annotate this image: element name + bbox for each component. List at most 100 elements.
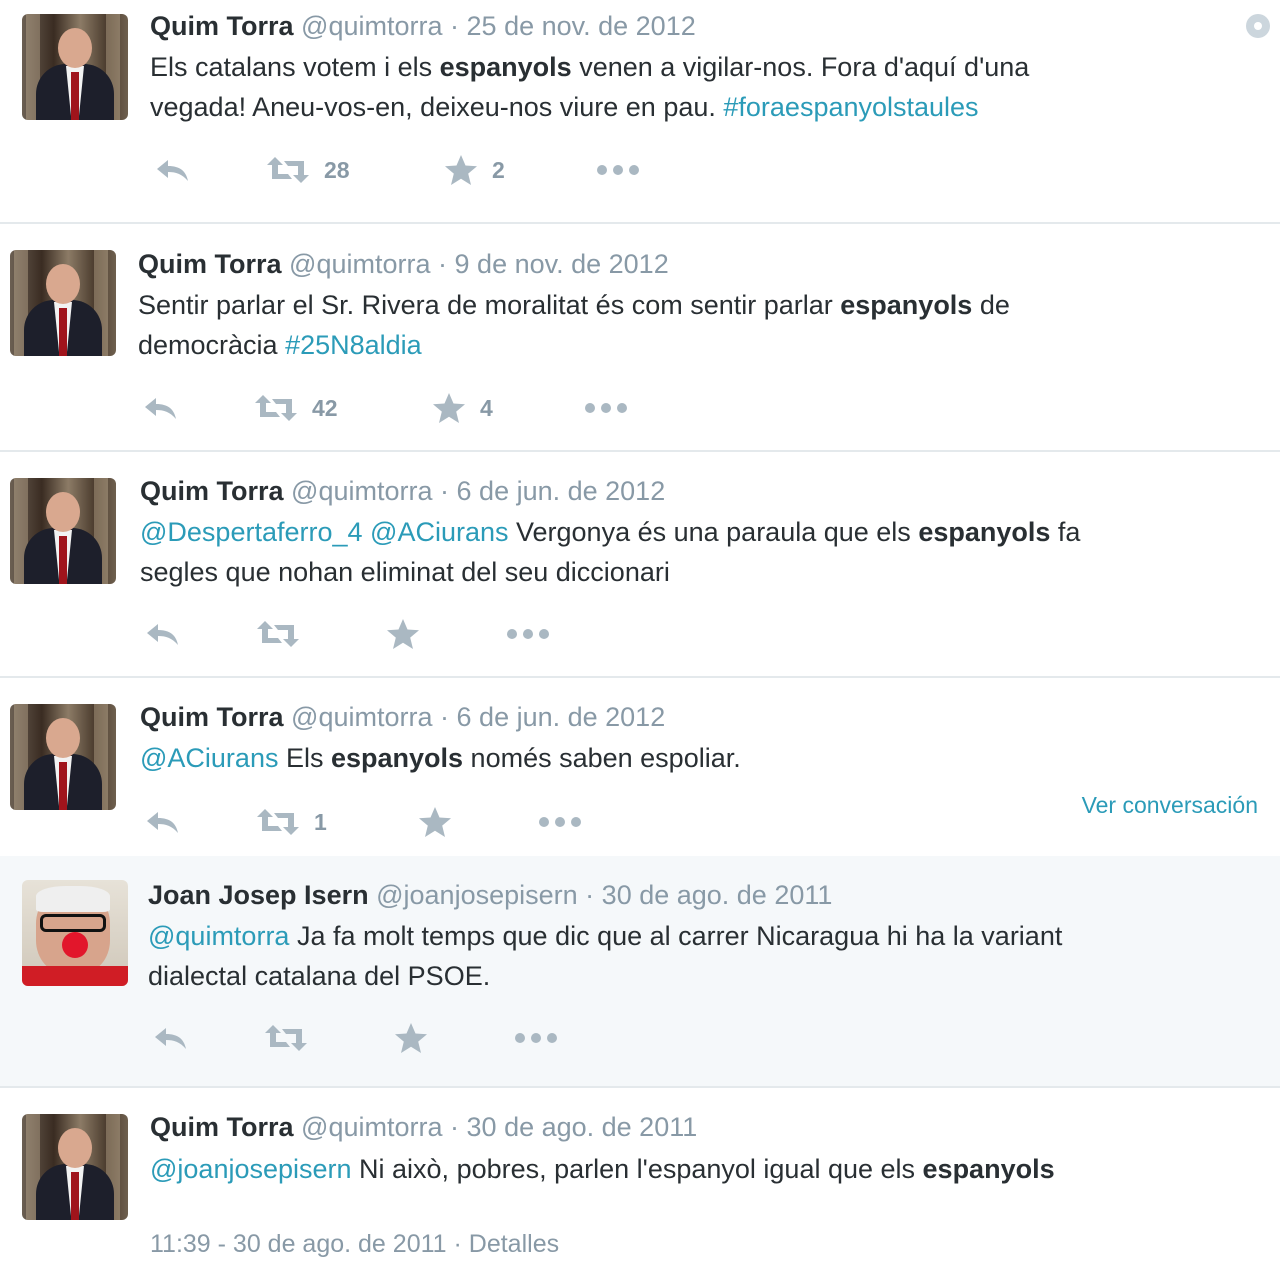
favorite-button[interactable]: 2 xyxy=(444,150,505,190)
reply-button[interactable] xyxy=(144,614,182,654)
tweet[interactable]: Quim Torra @quimtorra · 30 de ago. de 20… xyxy=(0,1088,1280,1280)
hashtag-link[interactable]: #25N8aldia xyxy=(285,330,422,360)
avatar[interactable] xyxy=(10,478,116,584)
tweet-date[interactable]: 25 de nov. de 2012 xyxy=(467,11,696,41)
tweet-date[interactable]: 30 de ago. de 2011 xyxy=(602,880,833,910)
mention-link[interactable]: @quimtorra xyxy=(148,921,289,951)
author-name[interactable]: Quim Torra xyxy=(138,249,282,279)
bold-keyword: espanyols xyxy=(840,290,973,320)
retweet-icon xyxy=(256,619,300,649)
avatar[interactable] xyxy=(22,1114,128,1220)
tweet[interactable]: Quim Torra @quimtorra · 9 de nov. de 201… xyxy=(0,224,1280,450)
retweet-button[interactable]: 42 xyxy=(254,388,338,428)
avatar[interactable] xyxy=(22,880,128,986)
more-options-icon xyxy=(506,628,550,640)
tweet-text: Ni això, pobres, parlen l'espanyol igual… xyxy=(351,1154,923,1184)
tweet-text xyxy=(363,517,371,547)
retweet-count: 28 xyxy=(324,156,350,183)
tweet-actions: 42 4 xyxy=(138,388,658,428)
tweet-text-line-2: dialectal catalana del PSOE. xyxy=(148,956,490,996)
favorite-button[interactable] xyxy=(418,802,452,842)
tweet-text-line-1: @Despertaferro_4 @ACiurans Vergonya és u… xyxy=(140,512,1080,552)
favorite-star-icon xyxy=(432,392,466,424)
separator-dot: · xyxy=(585,880,595,910)
author-handle[interactable]: @quimtorra xyxy=(301,11,442,41)
hashtag-link[interactable]: #foraespanyolstaules xyxy=(723,92,978,122)
author-name[interactable]: Quim Torra xyxy=(150,1112,294,1142)
tweet-text: Sentir parlar el Sr. Rivera de moralitat… xyxy=(138,290,841,320)
retweet-icon xyxy=(264,1023,308,1053)
mention-link[interactable]: @ACiurans xyxy=(140,743,278,773)
author-name[interactable]: Quim Torra xyxy=(140,702,284,732)
separator-dot: · xyxy=(450,1112,460,1142)
favorite-button[interactable] xyxy=(394,1018,428,1058)
gear-icon[interactable] xyxy=(1246,14,1270,38)
reply-button[interactable] xyxy=(144,802,182,842)
reply-icon xyxy=(144,620,182,648)
tweet[interactable]: Quim Torra @quimtorra · 6 de jun. de 201… xyxy=(0,678,1280,854)
reply-button[interactable] xyxy=(152,1018,190,1058)
tweet-date[interactable]: 30 de ago. de 2011 xyxy=(467,1112,698,1142)
tweet[interactable]: Quim Torra @quimtorra · 6 de jun. de 201… xyxy=(0,452,1280,676)
details-link[interactable]: Detalles xyxy=(469,1230,559,1258)
bold-keyword: espanyols xyxy=(439,52,572,82)
tweet-date[interactable]: 9 de nov. de 2012 xyxy=(455,249,669,279)
tweet-text-line-2: vegada! Aneu-vos-en, deixeu-nos viure en… xyxy=(150,87,979,127)
retweet-button[interactable] xyxy=(264,1018,308,1058)
tweet-full-timestamp[interactable]: 11:39 - 30 de ago. de 2011 xyxy=(150,1230,447,1258)
author-handle[interactable]: @quimtorra xyxy=(291,702,432,732)
reply-icon xyxy=(154,156,192,184)
retweet-count: 42 xyxy=(312,394,338,421)
bold-keyword: espanyols xyxy=(918,517,1051,547)
retweet-count: 1 xyxy=(314,808,327,835)
author-name[interactable]: Quim Torra xyxy=(140,476,284,506)
author-name[interactable]: Joan Josep Isern xyxy=(148,880,369,910)
author-handle[interactable]: @quimtorra xyxy=(301,1112,442,1142)
tweet-text: segles que nohan eliminat del seu diccio… xyxy=(140,557,670,587)
favorite-button[interactable] xyxy=(386,614,420,654)
retweet-button[interactable]: 28 xyxy=(266,150,350,190)
more-button[interactable] xyxy=(584,388,628,428)
separator-dot: · xyxy=(453,1230,462,1258)
mention-link[interactable]: @Despertaferro_4 xyxy=(140,517,363,547)
favorite-button[interactable]: 4 xyxy=(432,388,493,428)
retweet-icon xyxy=(254,393,298,423)
mention-link[interactable]: @ACiurans xyxy=(370,517,508,547)
view-conversation-link[interactable]: Ver conversación xyxy=(1082,792,1258,819)
tweet-date[interactable]: 6 de jun. de 2012 xyxy=(457,476,666,506)
tweet-text: fa xyxy=(1050,517,1081,547)
tweet[interactable]: Quim Torra @quimtorra · 25 de nov. de 20… xyxy=(0,0,1280,222)
favorite-star-icon xyxy=(386,618,420,650)
author-handle[interactable]: @quimtorra xyxy=(291,476,432,506)
tweet-text: de xyxy=(972,290,1010,320)
tweet-date[interactable]: 6 de jun. de 2012 xyxy=(457,702,666,732)
tweet-text: vegada! Aneu-vos-en, deixeu-nos viure en… xyxy=(150,92,724,122)
avatar[interactable] xyxy=(10,704,116,810)
more-button[interactable] xyxy=(596,150,640,190)
avatar[interactable] xyxy=(22,14,128,120)
avatar[interactable] xyxy=(10,250,116,356)
more-button[interactable] xyxy=(506,614,550,654)
more-button[interactable] xyxy=(514,1018,558,1058)
author-name[interactable]: Quim Torra xyxy=(150,11,294,41)
tweet-text-line-1: @ACiurans Els espanyols només saben espo… xyxy=(140,738,741,778)
more-options-icon xyxy=(538,816,582,828)
tweet-actions: 1 xyxy=(140,802,600,842)
author-handle[interactable]: @quimtorra xyxy=(289,249,430,279)
tweet-timestamp-footer: 11:39 - 30 de ago. de 2011 · Detalles xyxy=(150,1230,559,1259)
favorite-star-icon xyxy=(418,806,452,838)
tweet-text: Els catalans votem i els xyxy=(150,52,440,82)
tweet-text-line-2: democràcia #25N8aldia xyxy=(138,325,422,365)
retweet-button[interactable]: 1 xyxy=(256,802,327,842)
tweet[interactable]: Joan Josep Isern @joanjosepisern · 30 de… xyxy=(0,856,1280,1086)
favorite-count: 4 xyxy=(480,394,493,421)
more-button[interactable] xyxy=(538,802,582,842)
reply-button[interactable] xyxy=(154,150,192,190)
retweet-button[interactable] xyxy=(256,614,300,654)
tweet-text-line-1: @quimtorra Ja fa molt temps que dic que … xyxy=(148,916,1062,956)
more-options-icon xyxy=(584,402,628,414)
author-handle[interactable]: @joanjosepisern xyxy=(376,880,578,910)
favorite-star-icon xyxy=(394,1022,428,1054)
reply-button[interactable] xyxy=(142,388,180,428)
mention-link[interactable]: @joanjosepisern xyxy=(150,1154,352,1184)
